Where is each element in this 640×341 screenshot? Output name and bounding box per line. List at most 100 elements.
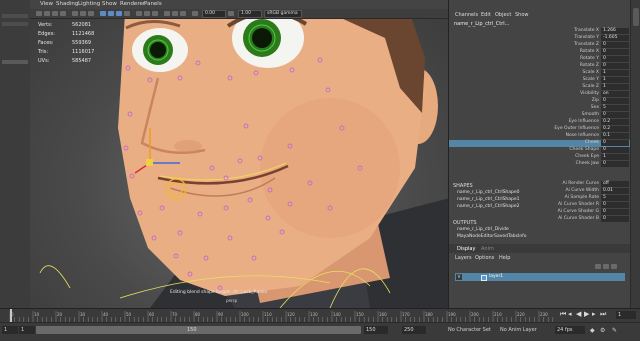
menu-options[interactable]: Options xyxy=(475,255,494,261)
play-forwards-icon[interactable]: ▶ xyxy=(584,310,591,318)
step-back-icon[interactable]: ◂ xyxy=(568,310,575,318)
playback-end-field[interactable]: 150 xyxy=(364,326,388,334)
attr-ai-curve-width[interactable]: Ai Curve Width 0.01 xyxy=(449,188,631,195)
attr-value[interactable]: 1 xyxy=(601,84,629,90)
bookmark-icon[interactable] xyxy=(52,11,58,16)
menu-edit[interactable]: Edit xyxy=(481,12,491,18)
attr-value[interactable]: 0 xyxy=(601,140,629,146)
attr-ai-curve-shader-r[interactable]: Ai Curve Shader R0 xyxy=(449,202,631,209)
attr-eye-influence[interactable]: Eye Influence 0.2 xyxy=(449,119,631,126)
attr-zip[interactable]: Zip 0 xyxy=(449,98,631,105)
attr-value[interactable]: 1 xyxy=(601,77,629,83)
attr-ai-render-curve[interactable]: Ai Render Curve off xyxy=(449,181,631,188)
attr-value[interactable]: 0 xyxy=(601,216,629,222)
tab-anim[interactable]: Anim xyxy=(481,246,494,252)
attr-rotate-z[interactable]: Rotate Z0 xyxy=(449,63,631,70)
attr-rotate-y[interactable]: Rotate Y0 xyxy=(449,56,631,63)
layer-visibility-toggle[interactable]: V xyxy=(456,274,462,280)
menu-show[interactable]: Show xyxy=(515,12,529,18)
attr-ai-sample-rate[interactable]: Ai Sample Rate 5 xyxy=(449,195,631,202)
camera-attributes-icon[interactable] xyxy=(44,11,50,16)
colorspace-dropdown[interactable]: sRGB gamma xyxy=(264,10,302,18)
tab-display[interactable]: Display xyxy=(457,246,475,252)
attr-value[interactable]: 1.266 xyxy=(601,28,629,34)
attr-value[interactable]: 0.2 xyxy=(601,119,629,125)
gamma-field[interactable]: 1.00 xyxy=(238,10,262,18)
attr-value[interactable]: 1 xyxy=(601,154,629,160)
attr-rotate-x[interactable]: Rotate X0 xyxy=(449,49,631,56)
preferences-icon[interactable]: ⚙ xyxy=(600,327,605,334)
attr-ai-curve-shader-g[interactable]: Ai Curve Shader G0 xyxy=(449,209,631,216)
attr-scale-y[interactable]: Scale Y1 xyxy=(449,77,631,84)
script-editor-icon[interactable]: ✎ xyxy=(612,327,617,334)
menu-renderer[interactable]: Renderer xyxy=(120,1,145,7)
animation-end-field[interactable]: 250 xyxy=(402,326,426,334)
attr-cheek-jaw[interactable]: Cheek Jaw 0 xyxy=(449,161,631,168)
attr-value[interactable]: 0.1 xyxy=(601,133,629,139)
attr-visibility[interactable]: Visibility on xyxy=(449,91,631,98)
gamma-icon[interactable] xyxy=(228,11,234,16)
current-time-indicator[interactable] xyxy=(10,309,12,323)
attr-value[interactable]: 5 xyxy=(601,195,629,201)
current-frame-field[interactable]: 1 xyxy=(616,311,636,319)
smooth-shade-icon[interactable] xyxy=(108,11,114,16)
attr-value[interactable]: 0 xyxy=(601,49,629,55)
attr-value[interactable]: 0 xyxy=(601,112,629,118)
side-tab-scrollbar[interactable] xyxy=(630,0,640,308)
attr-nose-influence[interactable]: Nose Influence 0.1 xyxy=(449,133,631,140)
shadows-icon[interactable] xyxy=(136,11,142,16)
viewport-panel[interactable]: View Shading Lighting Show Renderer Pane… xyxy=(30,0,448,308)
xray-icon[interactable] xyxy=(172,11,178,16)
ambient-occlusion-icon[interactable] xyxy=(144,11,150,16)
output-item[interactable]: name_r_Lip_ctrl_Divide xyxy=(457,227,509,232)
layer-color-swatch[interactable] xyxy=(481,275,487,281)
node-name[interactable]: name_r_Lip_ctrl_Ctrl... xyxy=(454,21,509,27)
xray-joints-icon[interactable] xyxy=(180,11,186,16)
menu-help[interactable]: Help xyxy=(499,255,510,261)
attr-value[interactable]: off xyxy=(601,181,629,187)
attr-cheek-shape[interactable]: Cheek Shape 0 xyxy=(449,147,631,154)
attr-value[interactable]: 0 xyxy=(601,63,629,69)
go-to-end-icon[interactable]: ⏭ xyxy=(600,310,607,318)
playback-start-field[interactable]: 1 xyxy=(19,326,35,334)
menu-layers[interactable]: Layers xyxy=(455,255,472,261)
attr-value[interactable]: 5 xyxy=(601,105,629,111)
layer-row[interactable]: V layer1 xyxy=(455,273,625,281)
attr-translate-x[interactable]: Translate X 1.266 xyxy=(449,28,631,35)
menu-channels[interactable]: Channels xyxy=(455,12,478,18)
auto-key-icon[interactable]: ◆ xyxy=(590,327,595,334)
attr-smooth[interactable]: Smooth 0 xyxy=(449,112,631,119)
menu-object[interactable]: Object xyxy=(495,12,511,18)
attr-value[interactable]: 1 xyxy=(601,70,629,76)
play-backwards-icon[interactable]: ◀ xyxy=(576,310,583,318)
attr-translate-y[interactable]: Translate Y -1.605 xyxy=(449,35,631,42)
antialiasing-icon[interactable] xyxy=(152,11,158,16)
character-set-menu[interactable]: No Character Set xyxy=(448,327,491,333)
create-layer-from-selected-icon[interactable] xyxy=(611,264,617,269)
step-forward-icon[interactable]: ▸ xyxy=(592,310,599,318)
attr-cheek-eye[interactable]: Cheek Eye 1 xyxy=(449,154,631,161)
menu-panels[interactable]: Panels xyxy=(144,1,162,7)
isolate-select-icon[interactable] xyxy=(164,11,170,16)
manipulator-center[interactable] xyxy=(146,159,153,166)
attr-value[interactable]: 0.01 xyxy=(601,188,629,194)
attr-value[interactable]: 0 xyxy=(601,202,629,208)
attr-sex[interactable]: Sex 5 xyxy=(449,105,631,112)
output-item[interactable]: MayaNodeEditorSavedTabsInfo xyxy=(457,234,527,239)
film-gate-icon[interactable] xyxy=(80,11,86,16)
attr-value[interactable]: -1.605 xyxy=(601,35,629,41)
attr-value[interactable]: 0 xyxy=(601,42,629,48)
fps-dropdown[interactable]: 24 fps xyxy=(555,326,585,334)
attr-translate-z[interactable]: Translate Z0 xyxy=(449,42,631,49)
lights-icon[interactable] xyxy=(124,11,130,16)
menu-lighting[interactable]: Lighting xyxy=(78,1,100,7)
attr-value[interactable]: 0 xyxy=(601,98,629,104)
time-slider[interactable]: 0 10 20 30 40 50 60 70 80 90 100 110 120 130 140 150 160… xyxy=(0,308,640,323)
attr-cheek[interactable]: Cheek 0 xyxy=(449,140,631,147)
select-camera-icon[interactable] xyxy=(36,11,42,16)
go-to-start-icon[interactable]: ⏮ xyxy=(560,310,567,318)
exposure-icon[interactable] xyxy=(192,11,198,16)
attr-value[interactable]: 0 xyxy=(601,56,629,62)
create-layer-icon[interactable] xyxy=(603,264,609,269)
exposure-field[interactable]: 0.00 xyxy=(202,10,226,18)
